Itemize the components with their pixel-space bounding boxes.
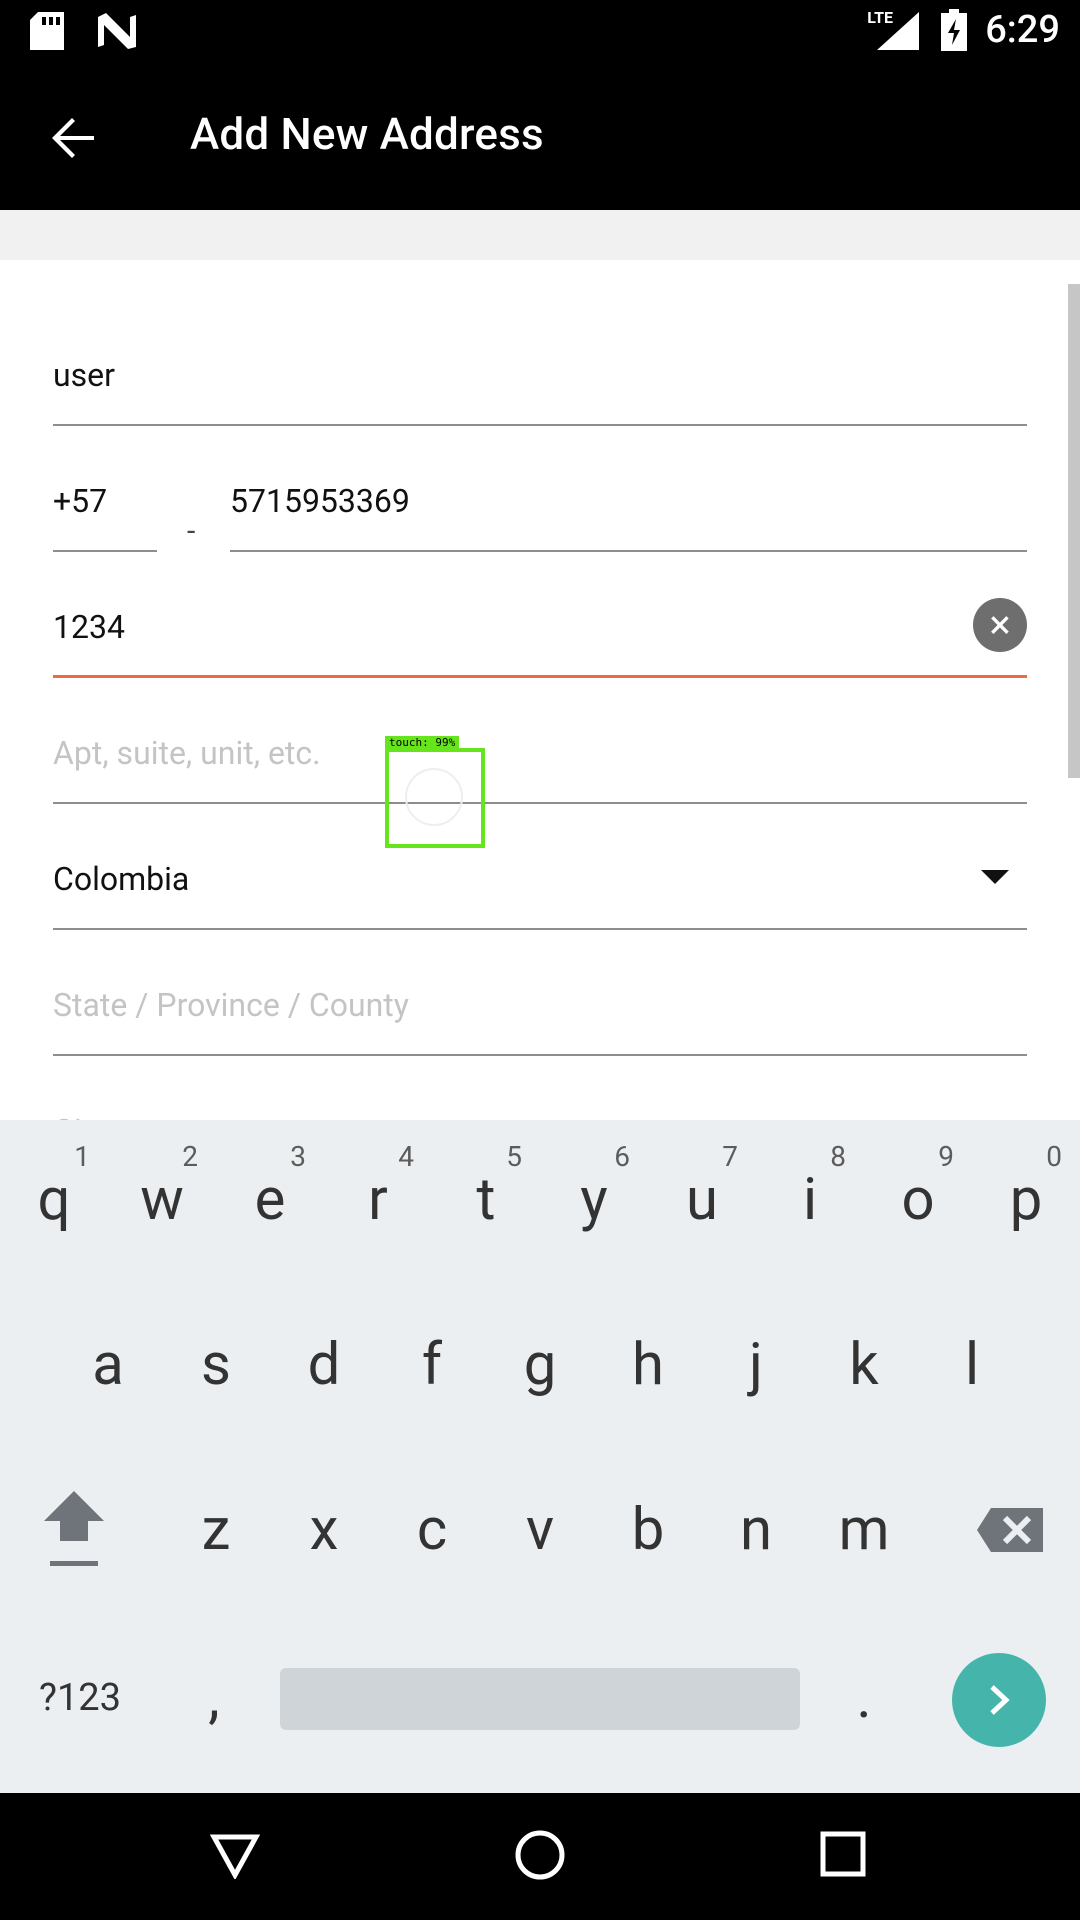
key-j[interactable]: j [702,1285,810,1445]
key-g[interactable]: g [486,1285,594,1445]
key-b[interactable]: b [594,1450,702,1610]
key-y[interactable]: 6y [540,1120,648,1280]
key-i[interactable]: 8i [756,1120,864,1280]
key-label: p [1009,1166,1043,1234]
keyboard-row-1: 1q2w3e4r5t6y7u8i9o0p [0,1120,1080,1280]
apt-suite-field[interactable]: Apt, suite, unit, etc. [53,678,1027,804]
street-value: 1234 [53,608,125,646]
key-hint: 7 [722,1140,738,1173]
navigation-bar [0,1793,1080,1920]
key-label: r [368,1166,388,1234]
city-field[interactable]: City [53,1056,1027,1120]
state-field[interactable]: State / Province / County [53,930,1027,1056]
key-a[interactable]: a [54,1285,162,1445]
home-circle-icon[interactable] [514,1829,566,1881]
name-value: user [53,356,115,394]
sd-card-icon [30,12,64,50]
key-hint: 8 [830,1140,846,1173]
key-hint: 6 [614,1140,630,1173]
country-value: Colombia [53,860,190,898]
status-bar: LTE 6:29 [0,0,1080,63]
key-n[interactable]: n [702,1450,810,1610]
country-dropdown[interactable]: Colombia [53,804,1027,930]
n-logo-icon [98,13,136,49]
app-bar: Add New Address [0,63,1080,210]
key-label: q [37,1166,71,1234]
phone-separator: - [187,514,196,549]
arrow-left-icon [52,118,94,158]
key-t[interactable]: 5t [432,1120,540,1280]
key-hint: 1 [74,1140,90,1173]
key-f[interactable]: f [378,1285,486,1445]
back-button[interactable] [48,113,98,163]
clock: 6:29 [985,8,1060,52]
name-field[interactable]: user [53,300,1027,426]
key-q[interactable]: 1q [0,1120,108,1280]
shift-key[interactable] [20,1450,128,1610]
key-m[interactable]: m [810,1450,918,1610]
key-label: y [580,1166,608,1234]
keyboard-row-3: zxcvbnm [0,1450,1080,1610]
key-r[interactable]: 4r [324,1120,432,1280]
keyboard-row-2: asdfghjkl [0,1285,1080,1445]
key-hint: 2 [182,1140,198,1173]
key-label: u [686,1166,718,1234]
key-s[interactable]: s [162,1285,270,1445]
key-l[interactable]: l [918,1285,1026,1445]
signal-icon: LTE [867,8,923,52]
key-hint: 5 [506,1140,522,1173]
key-k[interactable]: k [810,1285,918,1445]
key-label: e [254,1166,286,1234]
state-placeholder: State / Province / County [53,986,409,1024]
touch-ripple [405,768,463,826]
back-triangle-icon[interactable] [210,1833,260,1879]
key-label: t [476,1166,496,1234]
close-icon: × [989,601,1011,648]
key-label: w [140,1166,184,1234]
key-x[interactable]: x [270,1450,378,1610]
soft-keyboard: 1q2w3e4r5t6y7u8i9o0p asdfghjkl zxcvbnm ?… [0,1120,1080,1793]
key-p[interactable]: 0p [972,1120,1080,1280]
scrollbar[interactable] [1068,284,1080,778]
key-o[interactable]: 9o [864,1120,972,1280]
key-hint: 4 [398,1140,414,1173]
space-bar[interactable] [280,1668,800,1730]
next-key[interactable] [952,1653,1046,1747]
key-w[interactable]: 2w [108,1120,216,1280]
phone-code-value: +57 [53,482,108,520]
key-hint: 3 [290,1140,306,1173]
key-e[interactable]: 3e [216,1120,324,1280]
chevron-right-icon [990,1685,1010,1715]
phone-number-field[interactable]: 5715953369 [230,426,1027,552]
shift-arrow-icon [44,1491,104,1566]
key-h[interactable]: h [594,1285,702,1445]
key-u[interactable]: 7u [648,1120,756,1280]
key-label: i [802,1166,818,1234]
key-v[interactable]: v [486,1450,594,1610]
period-key[interactable]: . [810,1618,918,1778]
phone-code-field[interactable]: +57 [53,426,157,552]
key-hint: 0 [1046,1140,1062,1173]
key-c[interactable]: c [378,1450,486,1610]
key-label: o [901,1166,935,1234]
page-title: Add New Address [190,108,544,160]
address-form: user +57 - 5715953369 1234 × Apt, suite,… [0,260,1080,1120]
key-hint: 9 [938,1140,954,1173]
battery-charging-icon [941,9,968,51]
apt-placeholder: Apt, suite, unit, etc. [53,734,321,772]
comma-key[interactable]: , [160,1618,268,1778]
section-divider [0,210,1080,260]
key-d[interactable]: d [270,1285,378,1445]
key-z[interactable]: z [162,1450,270,1610]
clear-field-button[interactable]: × [973,598,1027,652]
city-placeholder: City [53,1112,107,1120]
backspace-key[interactable] [960,1450,1060,1610]
symbols-key[interactable]: ?123 [20,1618,140,1778]
street-address-field[interactable]: 1234 × [53,552,1027,678]
caret-down-icon [981,870,1009,884]
phone-number-value: 5715953369 [230,482,410,520]
backspace-icon [977,1508,1043,1552]
recents-square-icon[interactable] [820,1831,866,1877]
